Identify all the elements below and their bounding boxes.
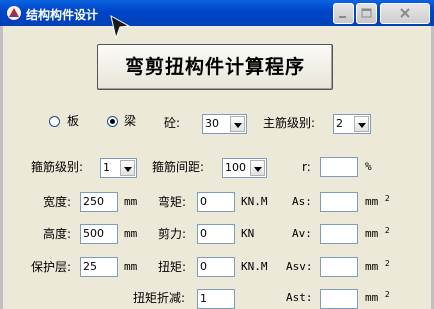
window-title: 结构构件设计 (26, 8, 99, 22)
torque-unit: KN.M (241, 260, 268, 273)
shear-label: 剪力: (158, 227, 187, 241)
main-grade-select[interactable]: 2 (333, 114, 371, 134)
moment-input[interactable]: 0 (197, 192, 235, 212)
ratio-unit: % (365, 160, 372, 173)
width-input[interactable]: 250 (80, 192, 118, 212)
width-unit: mm (124, 195, 138, 208)
cover-input[interactable]: 25 (80, 257, 118, 277)
cover-label: 保护层: (31, 260, 72, 274)
torque-reduction-input[interactable]: 1 (197, 289, 235, 309)
torque-label: 扭矩: (158, 260, 187, 274)
cover-unit: mm (124, 260, 138, 273)
av-label: Av: (292, 227, 312, 240)
height-input[interactable]: 500 (80, 224, 118, 244)
height-unit: mm (124, 227, 138, 240)
ast-output[interactable] (320, 289, 358, 309)
concrete-grade-value: 30 (205, 117, 219, 130)
av-output[interactable] (320, 224, 358, 244)
torque-reduction-label: 扭矩折减: (133, 291, 186, 305)
shear-input[interactable]: 0 (197, 224, 235, 244)
asv-unit-sup: 2 (384, 259, 390, 268)
close-button[interactable] (380, 3, 430, 24)
av-unit: mm 2 (365, 225, 390, 243)
main-grade-label: 主筋级别: (263, 116, 316, 130)
ratio-label: r: (302, 160, 311, 174)
app-icon (7, 6, 21, 20)
as-unit: mm 2 (365, 193, 390, 211)
minimize-button[interactable] (333, 3, 354, 24)
asv-label: Asv: (286, 260, 313, 273)
beam-label: 梁 (124, 114, 137, 128)
stirrup-grade-value: 1 (103, 161, 110, 174)
stirrup-spacing-select[interactable]: 100 (222, 158, 267, 178)
concrete-label: 砼: (164, 116, 181, 130)
stirrup-spacing-value: 100 (225, 161, 246, 174)
calculate-button[interactable]: 弯剪扭构件计算程序 (97, 44, 333, 90)
ast-label: Ast: (286, 291, 313, 304)
beam-radio[interactable] (107, 116, 118, 127)
ast-unit-text: mm (365, 291, 379, 304)
as-unit-text: mm (365, 195, 379, 208)
width-label: 宽度: (43, 195, 72, 209)
close-icon (400, 8, 410, 18)
shear-unit: KN (241, 227, 255, 240)
av-unit-sup: 2 (384, 226, 390, 235)
as-label: As: (292, 195, 312, 208)
asv-unit-text: mm (365, 260, 379, 273)
plate-radio[interactable] (49, 116, 60, 127)
torque-input[interactable]: 0 (197, 257, 235, 277)
chevron-down-icon[interactable] (354, 116, 369, 132)
moment-unit: KN.M (241, 195, 268, 208)
stirrup-spacing-label: 箍筋间距: (152, 160, 205, 174)
main-grade-value: 2 (336, 117, 343, 130)
chevron-down-icon[interactable] (230, 116, 245, 132)
asv-unit: mm 2 (365, 258, 390, 276)
ast-unit: mm 2 (365, 289, 390, 307)
chevron-down-icon[interactable] (250, 160, 265, 176)
av-unit-text: mm (365, 227, 379, 240)
ratio-input[interactable] (320, 157, 358, 177)
chevron-down-icon[interactable] (120, 160, 135, 176)
as-output[interactable] (320, 192, 358, 212)
stirrup-grade-label: 箍筋级别: (31, 160, 84, 174)
maximize-icon (361, 8, 372, 18)
as-unit-sup: 2 (384, 194, 390, 203)
ast-unit-sup: 2 (384, 290, 390, 299)
minimize-icon (339, 16, 346, 18)
moment-label: 弯矩: (158, 195, 187, 209)
height-label: 高度: (43, 227, 72, 241)
plate-label: 板 (67, 114, 80, 128)
stirrup-grade-select[interactable]: 1 (100, 158, 137, 178)
concrete-grade-select[interactable]: 30 (202, 114, 247, 134)
asv-output[interactable] (320, 257, 358, 277)
title-bar: 结构构件设计 (0, 0, 434, 26)
maximize-button[interactable] (356, 3, 377, 24)
